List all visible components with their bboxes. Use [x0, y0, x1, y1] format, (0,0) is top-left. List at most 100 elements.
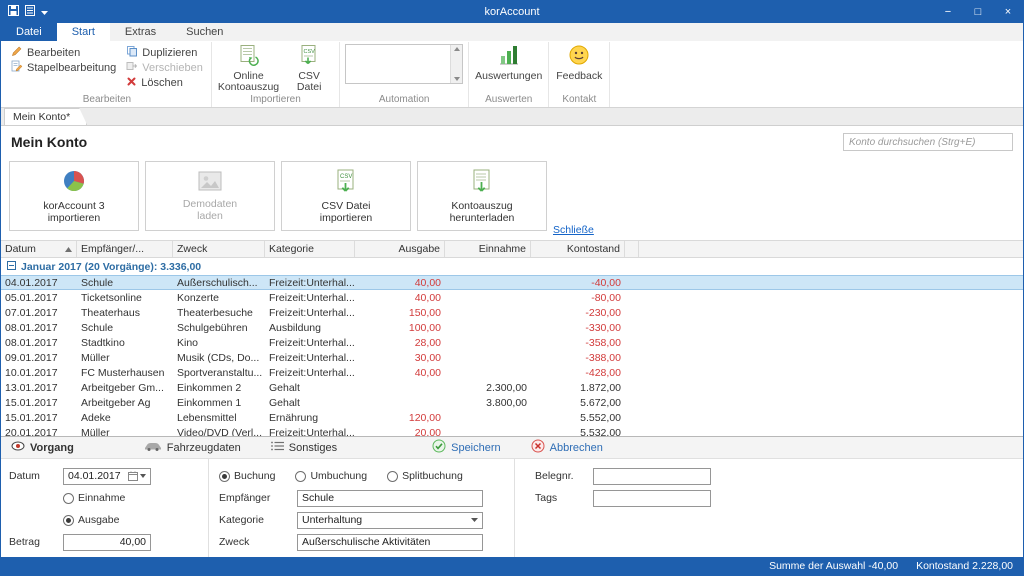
cell-datum: 15.01.2017 [1, 397, 77, 409]
save-icon[interactable] [8, 5, 19, 19]
cell-empfaenger: Ticketsonline [77, 292, 173, 304]
group-row-januar-2017[interactable]: Januar 2017 (20 Vorgänge): 3.336,00 [1, 258, 1023, 275]
duplizieren-label: Duplizieren [142, 47, 197, 59]
column-header-einnahme[interactable]: Einnahme [445, 241, 531, 257]
tab-start[interactable]: Start [57, 23, 110, 41]
table-row[interactable]: 15.01.2017Arbeitgeber AgEinkommen 1Gehal… [1, 395, 1023, 410]
automation-listbox[interactable] [345, 44, 463, 84]
csv-datei-button[interactable]: CSV CSV Datei [282, 42, 336, 93]
empfaenger-input[interactable] [297, 490, 483, 507]
document-tab-mein-konto[interactable]: Mein Konto* [4, 108, 87, 125]
tab-fahrzeugdaten[interactable]: Fahrzeugdaten [144, 441, 241, 454]
ribbon-group-auswerten: Auswertungen Auswerten [469, 42, 549, 107]
cell-ausgabe: 100,00 [355, 322, 445, 334]
buchung-radio-option[interactable]: Buchung [219, 470, 275, 482]
cell-zweck: Theaterbesuche [173, 307, 265, 319]
column-header-kategorie[interactable]: Kategorie [265, 241, 355, 257]
tab-extras[interactable]: Extras [110, 23, 171, 41]
table-row[interactable]: 08.01.2017SchuleSchulgebührenAusbildung1… [1, 320, 1023, 335]
splitbuchung-radio-option[interactable]: Splitbuchung [387, 470, 463, 482]
group-label-kontakt: Kontakt [552, 93, 606, 107]
splitbuchung-radio[interactable] [387, 471, 398, 482]
einnahme-label: Einnahme [78, 492, 125, 504]
kategorie-select[interactable]: Unterhaltung [297, 512, 483, 529]
close-button[interactable]: × [993, 1, 1023, 23]
table-row[interactable]: 05.01.2017TicketsonlineKonzerteFreizeit:… [1, 290, 1023, 305]
column-header-zweck[interactable]: Zweck [173, 241, 265, 257]
speichern-button[interactable]: Speichern [432, 439, 501, 456]
bearbeiten-button[interactable]: Bearbeiten [6, 45, 121, 60]
document-icon[interactable] [25, 5, 35, 19]
speichern-label: Speichern [451, 442, 501, 454]
ribbon-tab-strip: Datei Start Extras Suchen [1, 23, 1023, 41]
stapelbearbeitung-button[interactable]: Stapelbearbeitung [6, 60, 121, 75]
table-row[interactable]: 15.01.2017AdekeLebensmittelErnährung120,… [1, 410, 1023, 425]
card-csv-importieren[interactable]: CSV CSV Datei importieren [281, 161, 411, 231]
window-title: korAccount [221, 6, 803, 18]
column-header-kontostand[interactable]: Kontostand [531, 241, 625, 257]
cell-empfaenger: Schule [77, 322, 173, 334]
table-row[interactable]: 04.01.2017SchuleAußerschulisch...Freizei… [1, 275, 1023, 290]
online-kontoauszug-button[interactable]: Online Kontoauszug [215, 42, 282, 93]
cell-empfaenger: Stadtkino [77, 337, 173, 349]
maximize-button[interactable]: □ [963, 1, 993, 23]
auswertungen-button[interactable]: Auswertungen [472, 42, 545, 82]
calendar-dropdown-icon[interactable] [128, 471, 146, 481]
column-header-datum[interactable]: Datum [1, 241, 77, 257]
table-row[interactable]: 13.01.2017Arbeitgeber Gm...Einkommen 2Ge… [1, 380, 1023, 395]
card-koraccount3-importieren[interactable]: korAccount 3 importieren [9, 161, 139, 231]
tab-datei[interactable]: Datei [1, 23, 57, 41]
abbrechen-button[interactable]: Abbrechen [531, 439, 603, 456]
tags-input[interactable] [593, 490, 711, 507]
table-row[interactable]: 07.01.2017TheaterhausTheaterbesucheFreiz… [1, 305, 1023, 320]
cell-kontostand: -40,00 [531, 277, 625, 289]
ausgabe-radio[interactable] [63, 515, 74, 526]
cell-kategorie: Ausbildung [265, 322, 355, 334]
column-header-empfaenger[interactable]: Empfänger/... [77, 241, 173, 257]
csv-datei-label: CSV Datei [297, 71, 322, 93]
csv-file-icon: CSV [298, 44, 320, 69]
belegnr-input[interactable] [593, 468, 711, 485]
cell-empfaenger: FC Musterhausen [77, 367, 173, 379]
zweck-input[interactable] [297, 534, 483, 551]
table-body: 04.01.2017SchuleAußerschulisch...Freizei… [1, 275, 1023, 436]
column-header-ausgabe[interactable]: Ausgabe [355, 241, 445, 257]
umbuchung-radio-option[interactable]: Umbuchung [295, 470, 367, 482]
list-icon [271, 441, 284, 454]
tab-vorgang[interactable]: Vorgang [11, 441, 74, 454]
demo-image-icon [197, 170, 223, 195]
cell-kategorie: Ernährung [265, 412, 355, 424]
datum-input[interactable]: 04.01.2017 [63, 468, 151, 485]
cell-kontostand: 1.872,00 [531, 382, 625, 394]
group-row-label: Januar 2017 (20 Vorgänge): 3.336,00 [21, 261, 201, 273]
ausgabe-radio-option[interactable]: Ausgabe [63, 514, 119, 526]
einnahme-radio-option[interactable]: Einnahme [63, 492, 125, 504]
minimize-button[interactable]: − [933, 1, 963, 23]
table-row[interactable]: 20.01.2017MüllerVideo/DVD (Verl...Freize… [1, 425, 1023, 436]
ribbon-group-importieren: Online Kontoauszug CSV CSV Datei Importi… [212, 42, 340, 107]
qat-dropdown-icon[interactable] [41, 6, 48, 18]
column-header-empty [625, 241, 639, 257]
empfaenger-label: Empfänger [219, 492, 297, 504]
einnahme-radio[interactable] [63, 493, 74, 504]
automation-scrollbar[interactable] [450, 45, 462, 83]
quick-access-toolbar [1, 5, 221, 19]
collapse-icon[interactable] [7, 261, 16, 273]
table-row[interactable]: 08.01.2017StadtkinoKinoFreizeit:Unterhal… [1, 335, 1023, 350]
buchung-radio[interactable] [219, 471, 230, 482]
umbuchung-radio[interactable] [295, 471, 306, 482]
feedback-button[interactable]: Feedback [552, 42, 606, 82]
chevron-down-icon [471, 518, 478, 522]
betrag-input[interactable] [63, 534, 151, 551]
duplizieren-button[interactable]: Duplizieren [121, 45, 208, 60]
table-row[interactable]: 10.01.2017FC MusterhausenSportveranstalt… [1, 365, 1023, 380]
selection-sum: Summe der Auswahl -40,00 [769, 560, 898, 572]
loeschen-button[interactable]: Löschen [121, 75, 208, 90]
card-kontoauszug-herunterladen[interactable]: Kontoauszug herunterladen [417, 161, 547, 231]
close-cards-link[interactable]: Schließe [553, 224, 594, 236]
tab-suchen[interactable]: Suchen [171, 23, 238, 41]
table-row[interactable]: 09.01.2017MüllerMusik (CDs, Do...Freizei… [1, 350, 1023, 365]
tab-sonstiges[interactable]: Sonstiges [271, 441, 337, 454]
search-input[interactable] [843, 133, 1013, 151]
page-title: Mein Konto [11, 134, 87, 150]
